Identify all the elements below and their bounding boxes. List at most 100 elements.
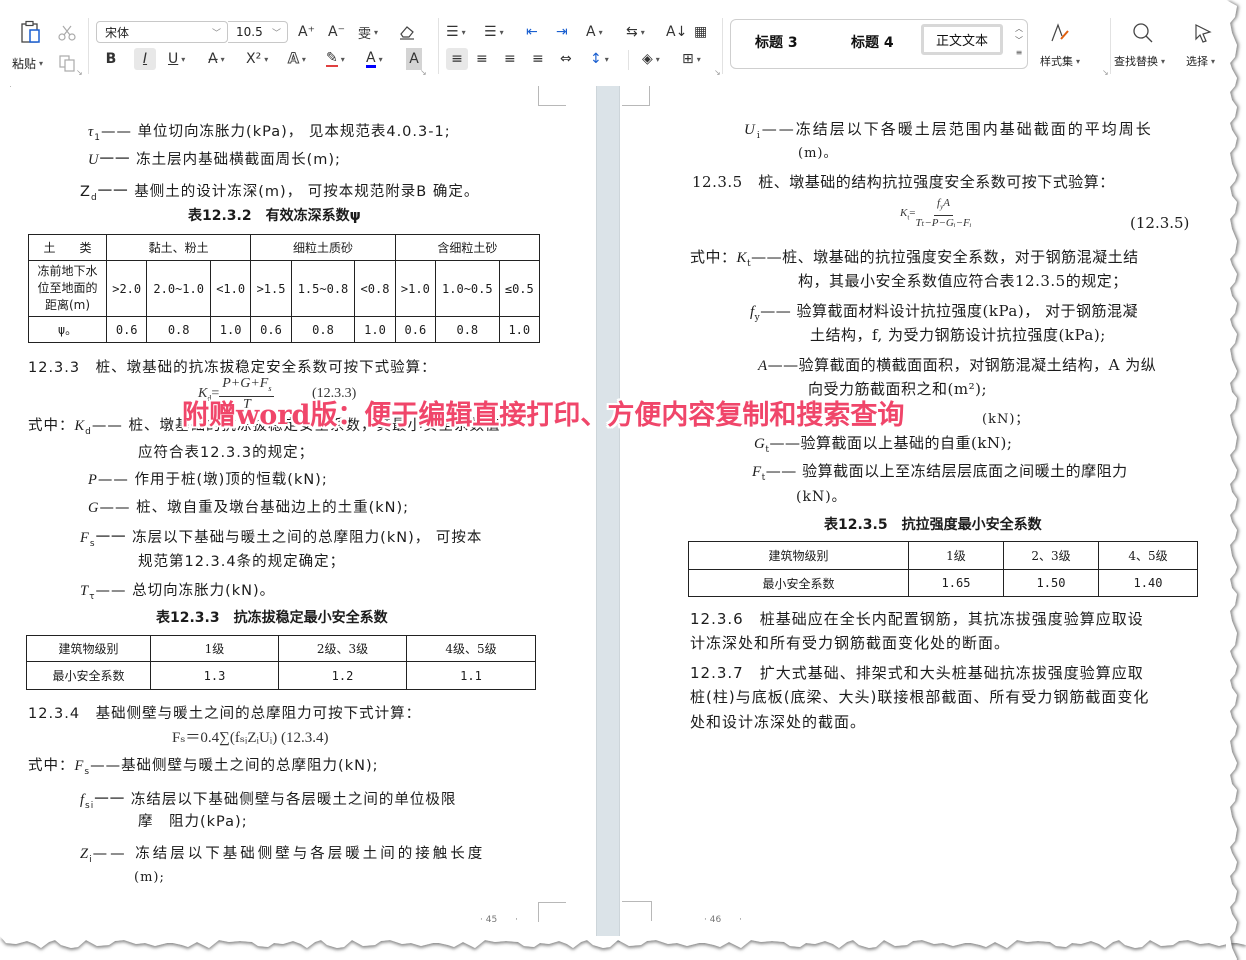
table-cell: 1.5~0.8 <box>290 260 356 317</box>
where-prefix: 式中： <box>28 418 75 434</box>
paste-label: 粘贴 <box>12 56 37 71</box>
definition-text: —— 单位切向冻胀力(kPa)， 见本规范表4.0.3-1; <box>100 124 451 140</box>
align-center-button[interactable]: ≡ <box>476 48 488 70</box>
rtl-button[interactable]: ⇆ ▾ <box>626 21 645 43</box>
dialog-launcher-icon[interactable]: ↘ <box>420 68 427 77</box>
expand-gallery-icon[interactable]: ≡ <box>1015 47 1023 59</box>
superscript-button[interactable]: X² ▾ <box>246 48 268 70</box>
chevron-down-icon: ▾ <box>640 27 645 37</box>
table-row: 最小安全系数 1.65 1.50 1.40 <box>688 569 1198 597</box>
subscript: 1 <box>94 132 101 143</box>
distributed-button[interactable]: ⇔ <box>560 48 572 70</box>
borders-icon: ⊞ <box>682 51 694 67</box>
style-set-button[interactable] <box>1040 20 1080 46</box>
font-color-button[interactable]: A ▾ <box>366 48 383 70</box>
chevron-down-icon[interactable]: ﹀ <box>1015 35 1023 47</box>
justify-button[interactable]: ≡ <box>532 48 544 70</box>
dialog-launcher-icon[interactable]: ↘ <box>1102 68 1109 77</box>
gridlines-button[interactable]: ▦ <box>694 21 707 43</box>
find-replace-dropdown[interactable]: 查找替换 ▾ <box>1114 50 1165 72</box>
borders-button[interactable]: ⊞ ▾ <box>682 48 701 70</box>
table-row: 建筑物级别 1级 2级、3级 4级、5级 <box>26 635 536 662</box>
style-gallery-scroll[interactable]: ︿ ﹀ ≡ <box>1015 23 1023 59</box>
align-right-button[interactable]: ≡ <box>504 48 516 70</box>
page-45[interactable]: τ1—— 单位切向冻胀力(kPa)， 见本规范表4.0.3-1; U一一 冻土层… <box>10 86 596 940</box>
page-46[interactable]: Ui——冻结层以下各暖土层范围内基础截面的平均周长 (m)。 12.3.5 桩、… <box>622 86 1230 940</box>
table-cell: 细粒土质砂 <box>250 234 396 261</box>
select-button[interactable] <box>1190 20 1216 46</box>
increase-indent-button[interactable]: ⇥ <box>556 21 568 43</box>
def-fsi: fsi一一 冻结层以下基础侧壁与各层暖土之间的单位极限 <box>80 788 456 811</box>
definition-text: 一一 冻层以下基础与暖土之间的总摩阻力(kN)， 可按本 <box>95 530 483 546</box>
copy-button[interactable] <box>56 52 78 74</box>
table-cell: 2、3级 <box>1003 541 1099 570</box>
numbering-button[interactable]: ☰ ▾ <box>484 21 504 43</box>
line-spacing-button[interactable]: ↕ ▾ <box>590 48 609 70</box>
highlight-button[interactable]: ✎ ▾ <box>326 48 345 70</box>
crop-mark <box>538 902 566 922</box>
style-body-text[interactable]: 正文文本 <box>921 24 1004 55</box>
bold-button[interactable]: B <box>102 48 120 70</box>
find-replace-button[interactable] <box>1128 20 1158 46</box>
italic-button[interactable]: I <box>134 48 156 70</box>
def-zi: Zi—— 冻结层以下基础侧壁与各层暖土间的接触长度 <box>80 842 485 865</box>
def-fsi-cont: 摩 阻力(kPa); <box>138 814 248 830</box>
text-effect-button[interactable]: A ▾ <box>288 48 306 70</box>
chevron-down-icon: ▾ <box>378 54 383 64</box>
style-set-dropdown[interactable]: 样式集 ▾ <box>1040 50 1080 72</box>
paste-dropdown[interactable]: 粘贴 ▾ <box>12 52 43 74</box>
table-cell: 1级 <box>908 541 1004 570</box>
clear-format-button[interactable] <box>398 21 416 43</box>
chevron-down-icon: ▾ <box>374 27 379 37</box>
rtl-icon: ⇆ <box>626 24 638 40</box>
def-gt: Gt——验算截面以上基础的自重(kN); <box>754 432 1012 455</box>
decrease-indent-button[interactable]: ⇤ <box>526 21 538 43</box>
bullets-button[interactable]: ☰ ▾ <box>446 21 466 43</box>
section-heading-12-3-5: 12.3.5 桩、墩基础的结构抗拉强度安全系数可按下式验算： <box>692 173 1115 191</box>
dialog-launcher-icon[interactable]: ↘ <box>76 68 83 77</box>
def-kt: 式中：Kt——桩、墩基础的抗拉强度安全系数，对于钢筋混凝土结 <box>690 246 1139 269</box>
paste-button[interactable] <box>18 18 44 46</box>
phonetic-guide-button[interactable]: 雯 ▾ <box>358 21 378 43</box>
symbol: G <box>754 436 766 452</box>
shading-button[interactable]: ◈ ▾ <box>642 48 660 70</box>
strikethrough-button[interactable]: A̶ ▾ <box>208 48 225 70</box>
dialog-launcher-icon[interactable]: ↘ <box>714 68 721 77</box>
select-label: 选择 <box>1186 55 1208 68</box>
table-row: 建筑物级别 1级 2、3级 4、5级 <box>688 541 1198 570</box>
align-left-button[interactable]: ≡ <box>446 48 468 70</box>
symbol: F <box>80 530 90 546</box>
def-tt: Tτ—— 总切向冻胀力(kN)。 <box>80 579 275 602</box>
italic-icon: I <box>142 51 148 67</box>
table-cell: 建筑物级别 <box>688 541 909 570</box>
font-size-select[interactable]: 10.5 ﹀ <box>228 21 288 43</box>
chevron-down-icon: ﹀ <box>271 28 281 39</box>
ribbon-toolbar: 粘贴 ▾ ↘ 宋体 ﹀ 10.5 ﹀ A⁺ A⁻ 雯 ▾ B I U ▾ A̶ ▾ X² ▾ … <box>10 10 1230 78</box>
shrink-font-button[interactable]: A⁻ <box>328 21 345 43</box>
chevron-up-icon[interactable]: ︿ <box>1015 23 1023 35</box>
text-direction-button[interactable]: A ▾ <box>586 21 603 43</box>
divider <box>88 18 89 74</box>
table-cell: 最小安全系数 <box>26 661 151 690</box>
sort-button[interactable]: A↓ <box>666 21 687 43</box>
page-gap <box>596 86 620 942</box>
def-fy-cont: 土结构，f, 为受力钢筋设计抗拉强度(kPa); <box>810 326 1106 344</box>
underline-button[interactable]: U ▾ <box>168 48 185 70</box>
definition-text: 一一 冻土层内基础横截面周长(m); <box>99 152 341 168</box>
symbol: U <box>744 122 757 138</box>
def-ui: Ui——冻结层以下各暖土层范围内基础截面的平均周长 <box>744 118 1153 141</box>
table-effective-frost-depth: 土 类 黏土、粉土 细粒土质砂 含细粒土砂 冻前地下水位至地面的距离(m) >2… <box>28 234 541 343</box>
style-heading-4[interactable]: 标题 4 <box>851 32 894 52</box>
style-heading-3[interactable]: 标题 3 <box>755 32 798 52</box>
def-ft-cont: (kN)。 <box>796 489 847 505</box>
chevron-down-icon: ▾ <box>181 54 186 64</box>
char-shading-button[interactable]: A <box>406 48 422 70</box>
select-dropdown[interactable]: 选择 ▾ <box>1186 50 1215 72</box>
table-cell: 0.6 <box>394 316 437 343</box>
definition-text: ——桩、墩基础的抗拉强度安全系数，对于钢筋混凝土结 <box>751 248 1139 266</box>
table-cell: >1.0 <box>394 260 437 317</box>
font-family-select[interactable]: 宋体 ﹀ <box>96 21 228 43</box>
grow-font-button[interactable]: A⁺ <box>298 21 315 43</box>
cut-button[interactable] <box>56 22 78 44</box>
watermark-banner: 附赠word版：便于编辑直接打印、方便内容复制和搜索查询 <box>182 400 905 431</box>
